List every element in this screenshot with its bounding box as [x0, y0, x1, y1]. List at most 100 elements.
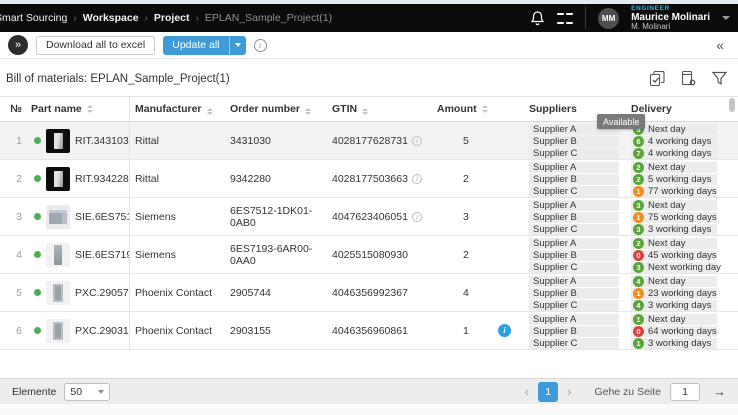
amount: 2 [437, 249, 469, 261]
supplier-name: Supplier A [529, 276, 619, 287]
delivery-line: 43 working days [631, 300, 717, 311]
copy-selected-icon[interactable] [649, 70, 666, 87]
availability-badge[interactable]: 0 [633, 326, 644, 337]
breadcrumb-separator-icon: › [145, 13, 148, 24]
delivery-text: 75 working days [648, 212, 717, 223]
part-thumbnail [46, 167, 70, 191]
notifications-bell-icon[interactable] [530, 10, 545, 26]
availability-badge[interactable]: 4 [633, 300, 644, 311]
update-info-icon[interactable]: i [254, 39, 267, 52]
availability-badge[interactable]: 2 [633, 238, 644, 249]
amount-info-icon[interactable]: i [498, 324, 511, 337]
availability-badge[interactable]: 7 [633, 148, 644, 159]
export-settings-icon[interactable] [680, 70, 697, 87]
gtin-info-icon[interactable]: i [412, 136, 422, 146]
supplier-name: Supplier B [529, 326, 619, 337]
column-header-order-number[interactable]: Order number [228, 103, 330, 116]
amount: 4 [437, 287, 469, 299]
delivery-line: 7 4 working days [631, 148, 717, 159]
table-row[interactable]: 5 PXC.2905744 Phoenix Contact 2905744 40… [0, 274, 738, 312]
breadcrumb-smart-sourcing[interactable]: Smart Sourcing [0, 12, 67, 24]
goto-page-input[interactable] [670, 383, 700, 401]
supplier-name: Supplier A [529, 314, 619, 325]
collapse-panel-icon[interactable]: « [716, 37, 730, 53]
vertical-scrollbar[interactable] [728, 96, 736, 350]
gtin: 4047623406051 [332, 211, 408, 223]
table-row[interactable]: 2 RIT.9342280 Rittal 9342280 40281775036… [0, 160, 738, 198]
availability-dot-icon [34, 327, 41, 334]
delivery-text: Next day [648, 162, 686, 173]
user-role: ENGINEER [631, 5, 710, 12]
part-thumbnail [46, 205, 70, 229]
availability-badge[interactable]: 2 [633, 174, 644, 185]
availability-badge[interactable]: 3 [633, 262, 644, 273]
manufacturer: Siemens [130, 211, 228, 223]
delivery-text: 3 working days [648, 224, 711, 235]
availability-badge[interactable]: 3 [633, 200, 644, 211]
availability-badge[interactable]: 3 [633, 224, 644, 235]
update-all-button[interactable]: Update all [163, 36, 228, 55]
availability-badge[interactable]: 1 [633, 288, 644, 299]
order-number: 3431030 [228, 135, 330, 147]
table-row[interactable]: 3 SIE.6ES7512-1DK... Siemens 6ES7512-1DK… [0, 198, 738, 236]
column-header-amount[interactable]: Amount [437, 103, 527, 115]
user-menu[interactable]: ENGINEER Maurice Molinari M. Molinari [631, 5, 710, 32]
gtin-info-icon[interactable]: i [412, 212, 422, 222]
column-header-gtin[interactable]: GTIN [330, 103, 437, 116]
delivery-text: 5 working days [648, 174, 711, 185]
manufacturer: Siemens [130, 249, 228, 261]
avatar[interactable]: MM [598, 8, 619, 29]
part-name: RIT.9342280 [75, 173, 129, 185]
delivery-line: 64 working days [631, 136, 717, 147]
sort-icon [362, 108, 368, 116]
gtin: 4046356992367 [332, 287, 408, 299]
part-name: SIE.6ES7193-6AR... [75, 249, 129, 261]
header-divider [585, 7, 586, 29]
availability-badge[interactable]: 0 [633, 250, 644, 261]
scrollbar-thumb[interactable] [729, 98, 735, 112]
column-header-manufacturer[interactable]: Manufacturer [130, 103, 228, 116]
availability-badge[interactable]: 2 [633, 162, 644, 173]
breadcrumb: Smart Sourcing › Workspace › Project › E… [0, 12, 332, 24]
order-number: 9342280 [228, 173, 330, 185]
goto-page-arrow-icon[interactable]: → [713, 384, 726, 399]
availability-badge[interactable]: 6 [633, 136, 644, 147]
download-excel-button[interactable]: Download all to excel [36, 36, 155, 55]
delivery-line: 2 5 working days [631, 174, 717, 185]
column-header-part-name[interactable]: Part name [28, 97, 130, 121]
table-row[interactable]: 4 SIE.6ES7193-6AR... Siemens 6ES7193-6AR… [0, 236, 738, 274]
availability-badge[interactable]: 1 [633, 314, 644, 325]
update-all-split-button[interactable]: Update all [163, 36, 245, 55]
gtin-info-icon[interactable]: i [412, 174, 422, 184]
supplier-name: Supplier C [529, 338, 619, 349]
breadcrumb-workspace[interactable]: Workspace [83, 12, 139, 24]
table-body: 1 RIT.3431030 Rittal 3431030 40281776287… [0, 122, 738, 350]
apps-grid-icon[interactable] [557, 10, 573, 26]
delivery-cell: 2Next day045 working days3Next working d… [623, 236, 725, 273]
supplier-name: Supplier B [529, 212, 619, 223]
delivery-line: 2 Next day [631, 162, 717, 173]
manufacturer: Phoenix Contact [130, 325, 228, 337]
availability-badge[interactable]: 1 [633, 186, 644, 197]
delivery-line: 177 working days [631, 186, 717, 197]
availability-badge[interactable]: 4 [633, 276, 644, 287]
suppliers-cell: Supplier ASupplier BSupplier C [527, 160, 623, 197]
page-size-select[interactable]: 50 [64, 383, 110, 401]
expand-panel-button[interactable]: » [8, 35, 28, 55]
delivery-text: Next day [648, 124, 686, 135]
availability-dot-icon [34, 213, 41, 220]
filter-icon[interactable] [711, 70, 728, 87]
user-menu-chevron-icon[interactable] [722, 16, 730, 20]
breadcrumb-project[interactable]: Project [154, 12, 190, 24]
page-1-button[interactable]: 1 [538, 382, 558, 402]
supplier-name: Supplier B [529, 250, 619, 261]
availability-badge[interactable]: 1 [633, 212, 644, 223]
delivery-line: 3 3 working days [631, 224, 717, 235]
delivery-text: 4 working days [648, 148, 711, 159]
update-all-dropdown-button[interactable] [229, 36, 246, 55]
prev-page-icon[interactable]: ‹ [525, 384, 529, 399]
availability-badge[interactable]: 1 [633, 338, 644, 349]
next-page-icon[interactable]: › [567, 384, 571, 399]
table-row[interactable]: 6 PXC.2903155 Phoenix Contact 2903155 40… [0, 312, 738, 350]
row-number: 3 [0, 211, 28, 223]
